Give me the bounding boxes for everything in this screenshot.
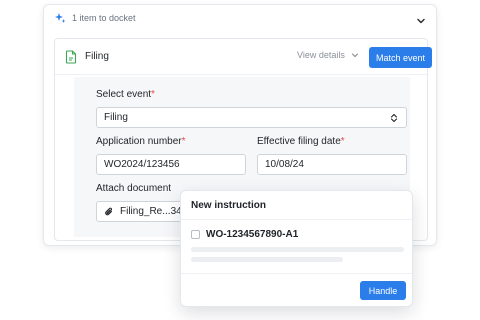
new-instruction-panel: New instruction WO-1234567890-A1 Handle: [180, 190, 413, 307]
instruction-checkbox[interactable]: [191, 230, 200, 239]
handle-button[interactable]: Handle: [360, 281, 406, 300]
application-number-input[interactable]: WO2024/123456: [96, 154, 246, 175]
required-marker: *: [340, 136, 345, 147]
file-icon: [65, 49, 77, 64]
skeleton-line: [191, 257, 343, 262]
required-marker: *: [151, 89, 155, 100]
paperclip-icon: [104, 207, 114, 217]
required-marker: *: [181, 136, 186, 147]
skeleton-line: [191, 247, 404, 252]
chevron-down-icon[interactable]: [416, 13, 426, 24]
filing-bar: Filing View details Match event: [55, 39, 432, 75]
divider: [181, 273, 412, 274]
instruction-item: WO-1234567890-A1: [191, 229, 298, 240]
effective-filing-date-input[interactable]: 10/08/24: [257, 154, 407, 175]
attach-document-label: Attach document: [96, 183, 172, 194]
view-details-label: View details: [297, 50, 345, 60]
effective-filing-date-label-text: Effective filing date: [257, 136, 341, 147]
select-event-label: Select event*: [96, 89, 155, 100]
select-event-label-text: Select event: [96, 89, 152, 100]
divider: [181, 219, 412, 220]
select-event-value: Filing: [104, 112, 128, 123]
application-number-label: Application number*: [96, 136, 186, 147]
effective-filing-date-value: 10/08/24: [265, 159, 304, 170]
application-number-value: WO2024/123456: [104, 159, 180, 170]
application-number-label-text: Application number: [96, 136, 182, 147]
instruction-id: WO-1234567890-A1: [206, 229, 299, 240]
effective-filing-date-label: Effective filing date*: [257, 136, 345, 147]
docket-header[interactable]: 1 item to docket: [44, 5, 436, 31]
select-event-dropdown[interactable]: Filing: [96, 107, 407, 128]
chevron-down-icon: [351, 53, 358, 58]
filing-name: Filing: [85, 51, 109, 62]
panel-title: New instruction: [191, 200, 267, 211]
sparkle-icon: [54, 12, 66, 24]
view-details-link[interactable]: View details: [297, 50, 359, 60]
select-arrows-icon: [390, 113, 398, 123]
docket-title: 1 item to docket: [72, 13, 136, 23]
match-event-button[interactable]: Match event: [369, 47, 432, 68]
